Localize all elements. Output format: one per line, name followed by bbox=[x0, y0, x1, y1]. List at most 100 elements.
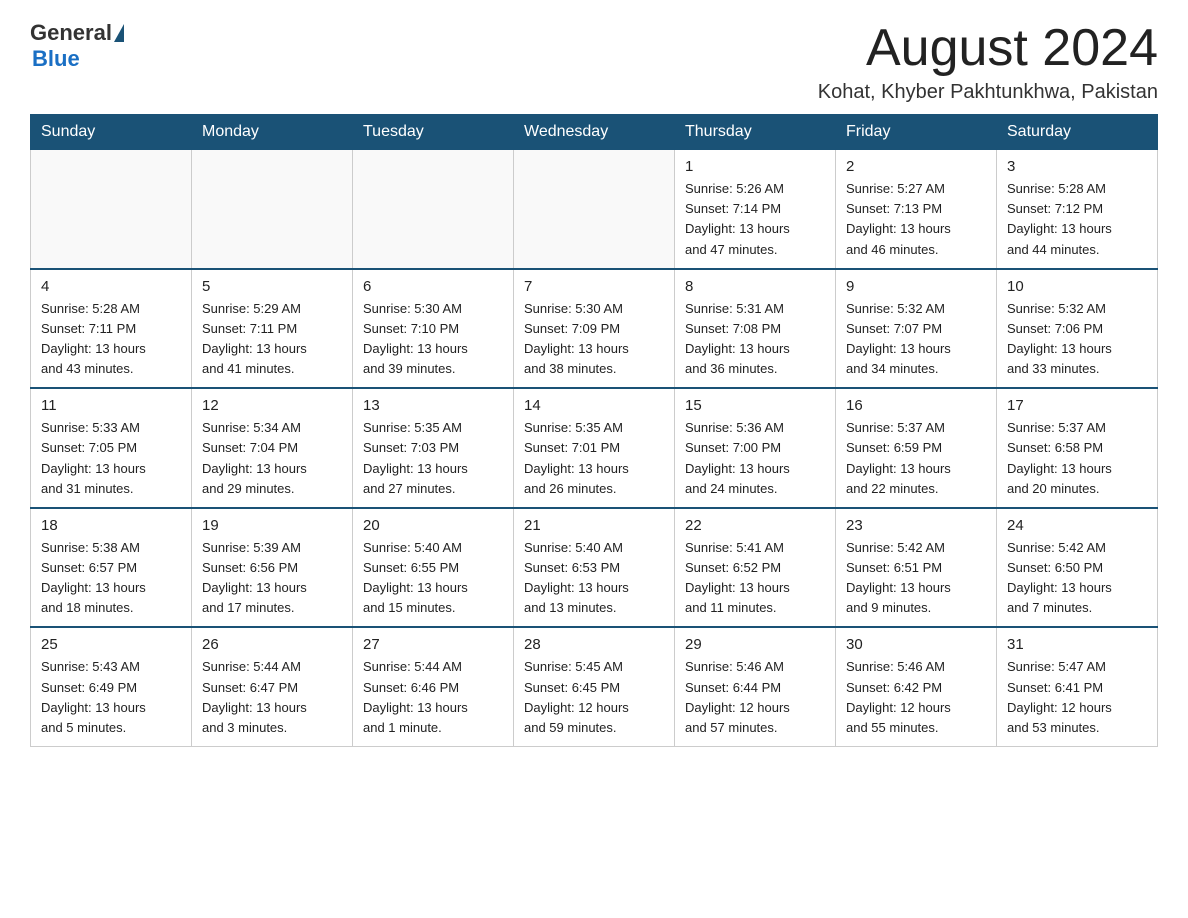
calendar-cell: 9 Sunrise: 5:32 AM Sunset: 7:07 PM Daylig… bbox=[836, 269, 997, 389]
day-info: Sunrise: 5:34 AM Sunset: 7:04 PM Dayligh… bbox=[202, 418, 342, 499]
weekday-header-thursday: Thursday bbox=[675, 115, 836, 150]
calendar-cell: 27Sunrise: 5:44 AM Sunset: 6:46 PM Dayli… bbox=[353, 627, 514, 746]
logo-general-text: General bbox=[30, 20, 112, 46]
day-info: Sunrise: 5:47 AM Sunset: 6:41 PM Dayligh… bbox=[1007, 657, 1147, 738]
calendar-cell: 31 Sunrise: 5:47 AM Sunset: 6:41 PM Dayli… bbox=[997, 627, 1158, 746]
day-info: Sunrise: 5:30 AM Sunset: 7:10 PM Dayligh… bbox=[363, 299, 503, 380]
day-info: Sunrise: 5:42 AM Sunset: 6:51 PM Dayligh… bbox=[846, 538, 986, 619]
calendar-table: SundayMondayTuesdayWednesdayThursdayFrid… bbox=[30, 114, 1158, 747]
calendar-cell bbox=[514, 150, 675, 269]
calendar-cell: 16 Sunrise: 5:37 AM Sunset: 6:59 PM Dayli… bbox=[836, 388, 997, 508]
day-number: 4 bbox=[41, 278, 181, 295]
weekday-header-saturday: Saturday bbox=[997, 115, 1158, 150]
day-number: 16 bbox=[846, 397, 986, 414]
day-number: 15 bbox=[685, 397, 825, 414]
day-info: Sunrise: 5:43 AM Sunset: 6:49 PM Dayligh… bbox=[41, 657, 181, 738]
calendar-cell: 23 Sunrise: 5:42 AM Sunset: 6:51 PM Dayli… bbox=[836, 508, 997, 628]
weekday-header-monday: Monday bbox=[192, 115, 353, 150]
calendar-cell: 26 Sunrise: 5:44 AM Sunset: 6:47 PM Dayli… bbox=[192, 627, 353, 746]
day-info: Sunrise: 5:28 AM Sunset: 7:12 PM Dayligh… bbox=[1007, 179, 1147, 260]
day-number: 1 bbox=[685, 158, 825, 175]
day-info: Sunrise: 5:37 AM Sunset: 6:59 PM Dayligh… bbox=[846, 418, 986, 499]
day-number: 31 bbox=[1007, 636, 1147, 653]
calendar-cell: 5 Sunrise: 5:29 AM Sunset: 7:11 PM Daylig… bbox=[192, 269, 353, 389]
week-row-4: 18 Sunrise: 5:38 AM Sunset: 6:57 PM Dayli… bbox=[31, 508, 1158, 628]
day-number: 10 bbox=[1007, 278, 1147, 295]
day-info: Sunrise: 5:32 AM Sunset: 7:07 PM Dayligh… bbox=[846, 299, 986, 380]
calendar-cell: 29 Sunrise: 5:46 AM Sunset: 6:44 PM Dayli… bbox=[675, 627, 836, 746]
calendar-cell: 22 Sunrise: 5:41 AM Sunset: 6:52 PM Dayli… bbox=[675, 508, 836, 628]
day-number: 11 bbox=[41, 397, 181, 414]
weekday-header-row: SundayMondayTuesdayWednesdayThursdayFrid… bbox=[31, 115, 1158, 150]
calendar-cell bbox=[31, 150, 192, 269]
day-info: Sunrise: 5:29 AM Sunset: 7:11 PM Dayligh… bbox=[202, 299, 342, 380]
calendar-cell bbox=[353, 150, 514, 269]
calendar-cell: 1 Sunrise: 5:26 AM Sunset: 7:14 PM Daylig… bbox=[675, 150, 836, 269]
day-info: Sunrise: 5:41 AM Sunset: 6:52 PM Dayligh… bbox=[685, 538, 825, 619]
day-number: 26 bbox=[202, 636, 342, 653]
calendar-cell: 24 Sunrise: 5:42 AM Sunset: 6:50 PM Dayli… bbox=[997, 508, 1158, 628]
weekday-header-tuesday: Tuesday bbox=[353, 115, 514, 150]
day-info: Sunrise: 5:35 AM Sunset: 7:01 PM Dayligh… bbox=[524, 418, 664, 499]
week-row-1: 1 Sunrise: 5:26 AM Sunset: 7:14 PM Daylig… bbox=[31, 150, 1158, 269]
day-info: Sunrise: 5:38 AM Sunset: 6:57 PM Dayligh… bbox=[41, 538, 181, 619]
day-info: Sunrise: 5:39 AM Sunset: 6:56 PM Dayligh… bbox=[202, 538, 342, 619]
calendar-cell: 6 Sunrise: 5:30 AM Sunset: 7:10 PM Daylig… bbox=[353, 269, 514, 389]
day-info: Sunrise: 5:44 AM Sunset: 6:47 PM Dayligh… bbox=[202, 657, 342, 738]
calendar-cell: 14Sunrise: 5:35 AM Sunset: 7:01 PM Dayli… bbox=[514, 388, 675, 508]
week-row-5: 25Sunrise: 5:43 AM Sunset: 6:49 PM Dayli… bbox=[31, 627, 1158, 746]
day-number: 6 bbox=[363, 278, 503, 295]
calendar-cell: 28Sunrise: 5:45 AM Sunset: 6:45 PM Dayli… bbox=[514, 627, 675, 746]
day-number: 5 bbox=[202, 278, 342, 295]
calendar-cell: 3Sunrise: 5:28 AM Sunset: 7:12 PM Daylig… bbox=[997, 150, 1158, 269]
day-info: Sunrise: 5:46 AM Sunset: 6:44 PM Dayligh… bbox=[685, 657, 825, 738]
calendar-cell: 19Sunrise: 5:39 AM Sunset: 6:56 PM Dayli… bbox=[192, 508, 353, 628]
calendar-cell bbox=[192, 150, 353, 269]
day-number: 30 bbox=[846, 636, 986, 653]
calendar-cell: 2 Sunrise: 5:27 AM Sunset: 7:13 PM Daylig… bbox=[836, 150, 997, 269]
day-number: 20 bbox=[363, 517, 503, 534]
title-section: August 2024 Kohat, Khyber Pakhtunkhwa, P… bbox=[818, 20, 1158, 104]
day-number: 7 bbox=[524, 278, 664, 295]
week-row-2: 4 Sunrise: 5:28 AM Sunset: 7:11 PM Daylig… bbox=[31, 269, 1158, 389]
day-number: 12 bbox=[202, 397, 342, 414]
calendar-cell: 7 Sunrise: 5:30 AM Sunset: 7:09 PM Daylig… bbox=[514, 269, 675, 389]
calendar-cell: 8Sunrise: 5:31 AM Sunset: 7:08 PM Daylig… bbox=[675, 269, 836, 389]
day-info: Sunrise: 5:33 AM Sunset: 7:05 PM Dayligh… bbox=[41, 418, 181, 499]
day-info: Sunrise: 5:31 AM Sunset: 7:08 PM Dayligh… bbox=[685, 299, 825, 380]
calendar-cell: 13Sunrise: 5:35 AM Sunset: 7:03 PM Dayli… bbox=[353, 388, 514, 508]
day-number: 2 bbox=[846, 158, 986, 175]
calendar-cell: 17 Sunrise: 5:37 AM Sunset: 6:58 PM Dayli… bbox=[997, 388, 1158, 508]
day-number: 22 bbox=[685, 517, 825, 534]
day-info: Sunrise: 5:45 AM Sunset: 6:45 PM Dayligh… bbox=[524, 657, 664, 738]
calendar-cell: 18 Sunrise: 5:38 AM Sunset: 6:57 PM Dayli… bbox=[31, 508, 192, 628]
day-info: Sunrise: 5:30 AM Sunset: 7:09 PM Dayligh… bbox=[524, 299, 664, 380]
day-number: 24 bbox=[1007, 517, 1147, 534]
day-info: Sunrise: 5:37 AM Sunset: 6:58 PM Dayligh… bbox=[1007, 418, 1147, 499]
logo: General Blue bbox=[30, 20, 126, 72]
day-number: 18 bbox=[41, 517, 181, 534]
calendar-cell: 10Sunrise: 5:32 AM Sunset: 7:06 PM Dayli… bbox=[997, 269, 1158, 389]
day-info: Sunrise: 5:36 AM Sunset: 7:00 PM Dayligh… bbox=[685, 418, 825, 499]
page-header: General Blue August 2024 Kohat, Khyber P… bbox=[30, 20, 1158, 104]
weekday-header-friday: Friday bbox=[836, 115, 997, 150]
day-number: 9 bbox=[846, 278, 986, 295]
day-number: 23 bbox=[846, 517, 986, 534]
calendar-cell: 20 Sunrise: 5:40 AM Sunset: 6:55 PM Dayli… bbox=[353, 508, 514, 628]
calendar-cell: 25Sunrise: 5:43 AM Sunset: 6:49 PM Dayli… bbox=[31, 627, 192, 746]
weekday-header-wednesday: Wednesday bbox=[514, 115, 675, 150]
day-number: 29 bbox=[685, 636, 825, 653]
calendar-cell: 15 Sunrise: 5:36 AM Sunset: 7:00 PM Dayli… bbox=[675, 388, 836, 508]
calendar-cell: 11 Sunrise: 5:33 AM Sunset: 7:05 PM Dayli… bbox=[31, 388, 192, 508]
day-info: Sunrise: 5:35 AM Sunset: 7:03 PM Dayligh… bbox=[363, 418, 503, 499]
day-number: 17 bbox=[1007, 397, 1147, 414]
calendar-cell: 21Sunrise: 5:40 AM Sunset: 6:53 PM Dayli… bbox=[514, 508, 675, 628]
day-info: Sunrise: 5:44 AM Sunset: 6:46 PM Dayligh… bbox=[363, 657, 503, 738]
day-info: Sunrise: 5:42 AM Sunset: 6:50 PM Dayligh… bbox=[1007, 538, 1147, 619]
month-year-title: August 2024 bbox=[818, 20, 1158, 77]
day-info: Sunrise: 5:40 AM Sunset: 6:55 PM Dayligh… bbox=[363, 538, 503, 619]
day-info: Sunrise: 5:26 AM Sunset: 7:14 PM Dayligh… bbox=[685, 179, 825, 260]
day-info: Sunrise: 5:28 AM Sunset: 7:11 PM Dayligh… bbox=[41, 299, 181, 380]
calendar-cell: 30Sunrise: 5:46 AM Sunset: 6:42 PM Dayli… bbox=[836, 627, 997, 746]
day-info: Sunrise: 5:27 AM Sunset: 7:13 PM Dayligh… bbox=[846, 179, 986, 260]
